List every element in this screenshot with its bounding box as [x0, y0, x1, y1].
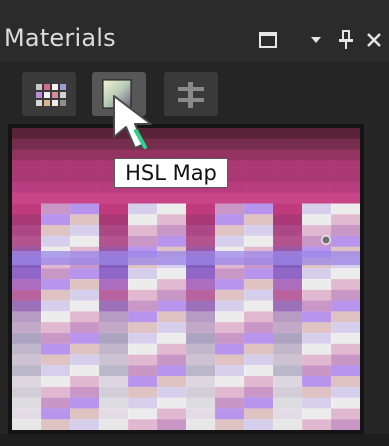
panel-bottom-edge — [0, 434, 389, 446]
swatches-grid-icon — [36, 84, 66, 106]
close-icon[interactable] — [362, 28, 386, 52]
sliders-icon — [178, 82, 204, 108]
panel-title: Materials — [4, 24, 116, 52]
tooltip: HSL Map — [114, 158, 228, 188]
dropdown-icon[interactable] — [304, 28, 328, 52]
sliders-tab-button[interactable] — [164, 72, 218, 116]
mouse-cursor-icon — [113, 95, 152, 149]
maximize-icon[interactable] — [256, 28, 280, 52]
swatches-tab-button[interactable] — [22, 72, 76, 116]
panel-titlebar: Materials — [0, 0, 389, 62]
materials-panel: Materials HSL Map — [0, 0, 389, 446]
color-picker-marker[interactable] — [321, 235, 331, 245]
pin-icon[interactable] — [334, 28, 358, 52]
